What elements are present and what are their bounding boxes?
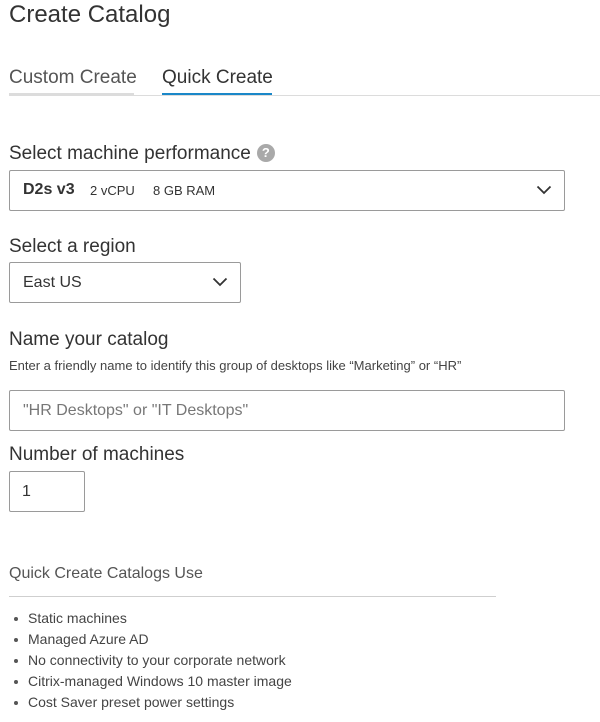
- performance-label: Select machine performance?: [9, 142, 275, 166]
- bullet-icon: [14, 680, 18, 684]
- performance-ram: 8 GB RAM: [153, 183, 216, 198]
- page-title: Create Catalog: [9, 1, 171, 28]
- tab-custom-underline: [9, 93, 134, 96]
- region-value: East US: [23, 274, 82, 291]
- bullet-icon: [14, 701, 18, 705]
- catalog-name-hint: Enter a friendly name to identify this g…: [9, 358, 462, 373]
- catalog-name-label: Name your catalog: [9, 329, 169, 350]
- help-icon[interactable]: ?: [256, 144, 275, 162]
- bullet-icon: [14, 638, 18, 642]
- list-item: Static machines: [9, 608, 292, 629]
- list-item: Managed Azure AD: [9, 629, 292, 650]
- list-item-text: No connectivity to your corporate networ…: [28, 652, 286, 668]
- bullet-icon: [14, 659, 18, 663]
- machine-performance-select[interactable]: D2s v3 2 vCPU 8 GB RAM: [9, 170, 565, 211]
- catalog-name-input[interactable]: [9, 390, 565, 431]
- performance-size-name: D2s v3: [23, 181, 75, 198]
- list-item: Cost Saver preset power settings: [9, 692, 292, 713]
- chevron-down-icon: [536, 185, 552, 195]
- region-label: Select a region: [9, 236, 136, 257]
- uses-heading: Quick Create Catalogs Use: [9, 565, 203, 582]
- bullet-icon: [14, 617, 18, 621]
- list-item: No connectivity to your corporate networ…: [9, 650, 292, 671]
- list-item-text: Static machines: [28, 610, 127, 626]
- performance-label-text: Select machine performance: [9, 143, 251, 164]
- uses-divider: [9, 596, 496, 597]
- list-item-text: Citrix-managed Windows 10 master image: [28, 673, 292, 689]
- performance-cpu: 2 vCPU: [90, 183, 135, 198]
- machines-label: Number of machines: [9, 444, 185, 465]
- machine-count-input[interactable]: [9, 471, 85, 512]
- tab-custom-create[interactable]: Custom Create: [9, 66, 137, 90]
- list-item-text: Managed Azure AD: [28, 631, 149, 647]
- tab-quick-create[interactable]: Quick Create: [162, 66, 273, 90]
- list-item-text: Cost Saver preset power settings: [28, 694, 235, 710]
- uses-list: Static machines Managed Azure AD No conn…: [9, 608, 292, 713]
- list-item: Citrix-managed Windows 10 master image: [9, 671, 292, 692]
- chevron-down-icon: [212, 277, 228, 287]
- tabs-divider: [134, 95, 600, 96]
- region-select[interactable]: East US: [9, 262, 241, 303]
